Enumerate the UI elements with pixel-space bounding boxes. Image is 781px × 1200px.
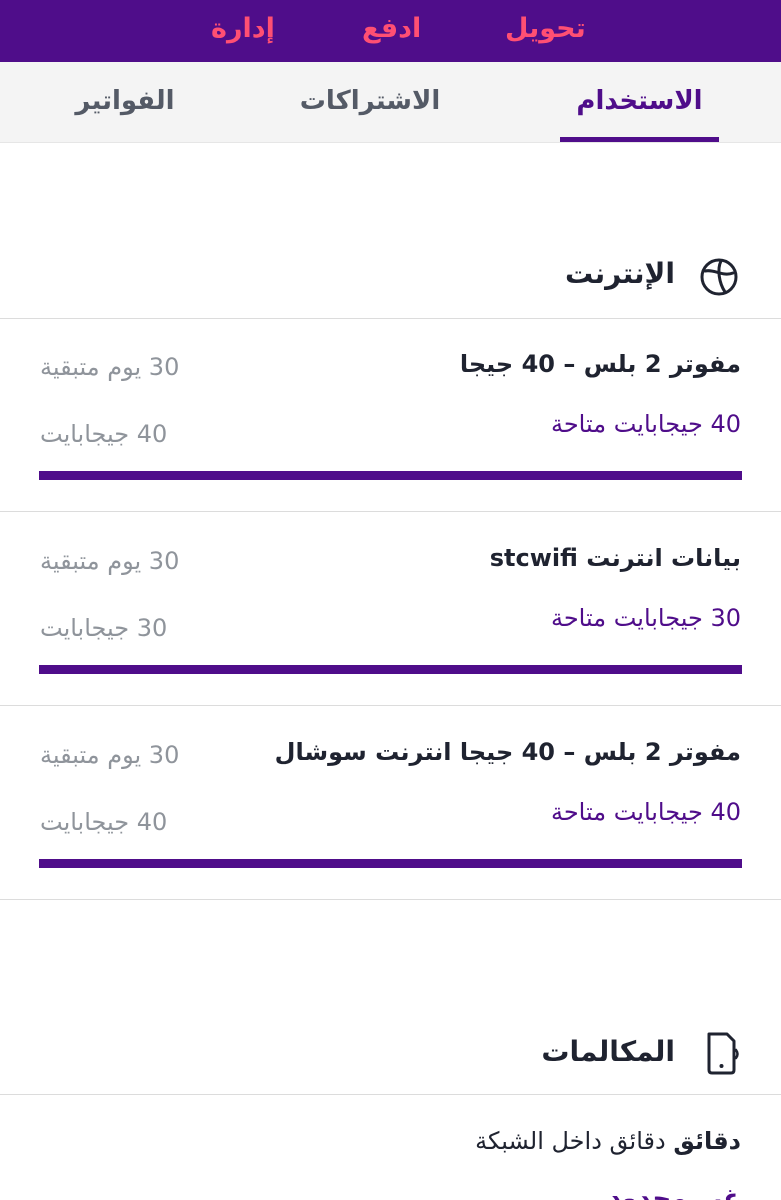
data-available: 40 جيجابايت متاحة <box>550 410 741 438</box>
active-tab-indicator <box>560 137 719 142</box>
data-total: 30 جيجابايت <box>40 614 168 642</box>
minutes-row: دقائق دقائق داخل الشبكة <box>475 1124 741 1158</box>
bundle-name: مفوتر 2 بلس – 40 جيجا انترنت سوشال <box>274 738 741 766</box>
pay-button[interactable]: ادفع <box>362 12 421 46</box>
usage-progress-bar <box>39 471 742 480</box>
tab-usage[interactable]: الاستخدام <box>560 84 719 118</box>
tab-bar: الاستخدام الاشتراكات الفواتير <box>0 62 781 143</box>
minutes-value: غير محدود <box>608 1184 741 1200</box>
section-divider <box>0 899 781 900</box>
internet-section-title: الإنترنت <box>565 257 675 290</box>
bundle-divider <box>0 511 781 512</box>
minutes-description: دقائق داخل الشبكة <box>475 1127 666 1155</box>
usage-progress-bar <box>39 665 742 674</box>
tab-subscriptions[interactable]: الاشتراكات <box>290 84 450 118</box>
bundle-name: بيانات انترنت stcwifi <box>489 544 741 572</box>
days-remaining: 30 يوم متبقية <box>40 741 180 769</box>
days-remaining: 30 يوم متبقية <box>40 353 180 381</box>
calls-section-title: المكالمات <box>541 1035 675 1068</box>
globe-icon <box>700 258 738 296</box>
data-available: 40 جيجابايت متاحة <box>550 798 741 826</box>
usage-progress-fill <box>39 665 742 674</box>
usage-progress-bar <box>39 859 742 868</box>
data-total: 40 جيجابايت <box>40 420 168 448</box>
minutes-label: دقائق <box>673 1127 741 1155</box>
data-total: 40 جيجابايت <box>40 808 168 836</box>
usage-progress-fill <box>39 859 742 868</box>
transfer-button[interactable]: تحويل <box>505 12 586 46</box>
manage-button[interactable]: إدارة <box>211 12 275 46</box>
bundle-divider <box>0 705 781 706</box>
tab-bills[interactable]: الفواتير <box>60 84 190 118</box>
calls-header-divider <box>0 1094 781 1095</box>
phone-icon <box>707 1032 739 1075</box>
usage-progress-fill <box>39 471 742 480</box>
internet-header-divider <box>0 318 781 319</box>
days-remaining: 30 يوم متبقية <box>40 547 180 575</box>
bundle-name: مفوتر 2 بلس – 40 جيجا <box>459 350 741 378</box>
top-action-bar: تحويل ادفع إدارة <box>0 0 781 62</box>
data-available: 30 جيجابايت متاحة <box>550 604 741 632</box>
